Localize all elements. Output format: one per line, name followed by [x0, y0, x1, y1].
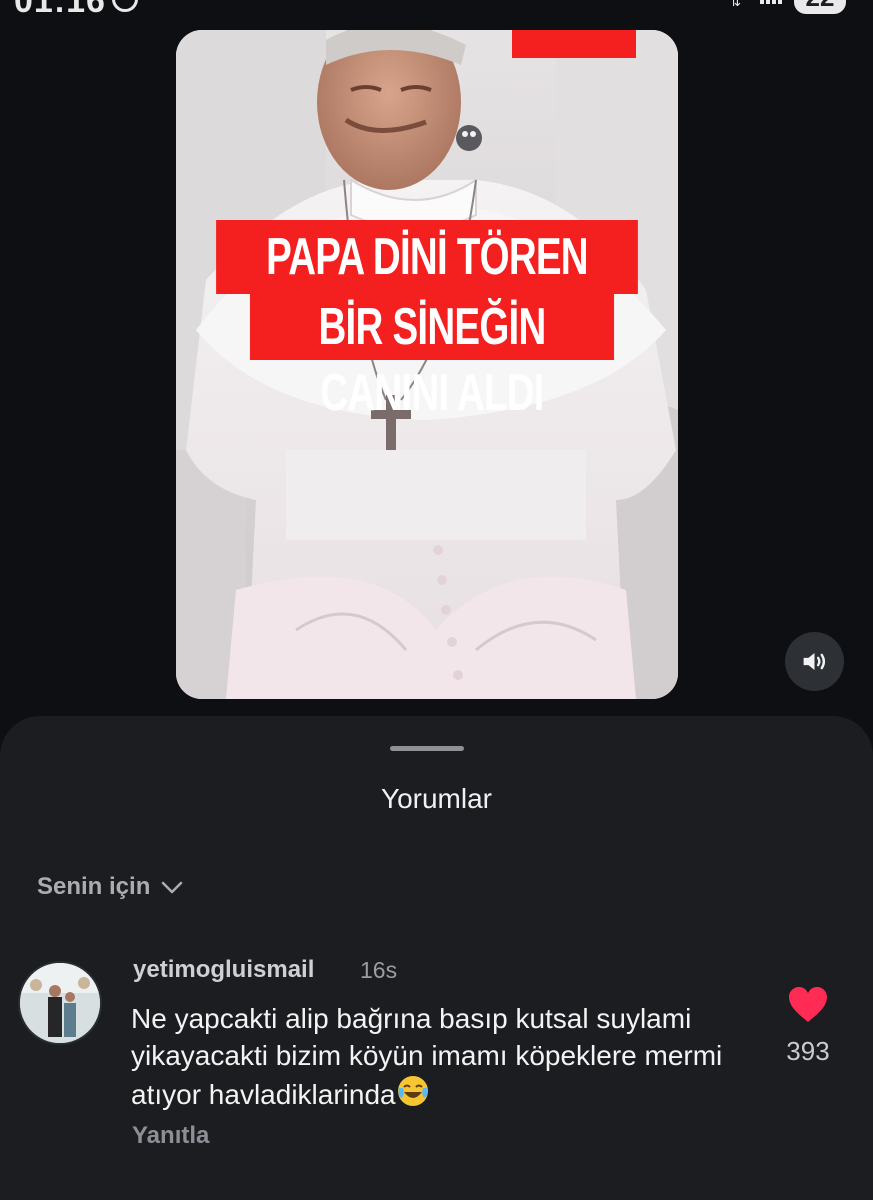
chevron-down-icon: [162, 881, 183, 894]
video-player[interactable]: PAPA DİNİ TÖREN SIRASINDA BİR SİNEĞİN CA…: [176, 30, 678, 699]
comment-filter-dropdown[interactable]: Senin için: [37, 873, 184, 901]
face-with-tears-of-joy-icon: [396, 1074, 430, 1117]
comment-text: Ne yapcakti alip bağrına basıp kutsal su…: [131, 1000, 751, 1117]
comments-sheet: Yorumlar Senin için yetimogluismail 16s …: [0, 716, 873, 1200]
volume-button[interactable]: [785, 632, 844, 691]
comment-time: 16s: [360, 957, 398, 983]
drag-handle[interactable]: [390, 746, 464, 751]
heart-icon: [789, 987, 827, 1022]
like-button[interactable]: [787, 986, 829, 1024]
reply-button[interactable]: Yanıtla: [132, 1122, 209, 1150]
whatsapp-icon: [112, 0, 138, 12]
caption-top-strip: [512, 30, 636, 58]
like-count: 393: [786, 1036, 830, 1066]
comment-username[interactable]: yetimogluismail: [133, 956, 314, 984]
video-caption-line-2: BİR SİNEĞİN CANINI ALDI: [249, 294, 615, 422]
avatar[interactable]: [18, 961, 102, 1045]
video-caption-line-1: PAPA DİNİ TÖREN SIRASINDA: [216, 220, 638, 360]
status-bar: 01:16 ⇅ 22: [0, 0, 873, 18]
speaker-icon: [803, 653, 826, 670]
signal-icon: [760, 0, 784, 12]
comment-item: yetimogluismail 16s Ne yapcakti alip bağ…: [0, 956, 873, 1156]
network-activity-icon: ⇅: [730, 0, 741, 9]
sheet-title: Yorumlar: [380, 783, 492, 814]
battery-indicator: 22: [794, 0, 846, 14]
filter-label: Senin için: [37, 873, 151, 900]
status-time: 01:16: [14, 0, 106, 18]
